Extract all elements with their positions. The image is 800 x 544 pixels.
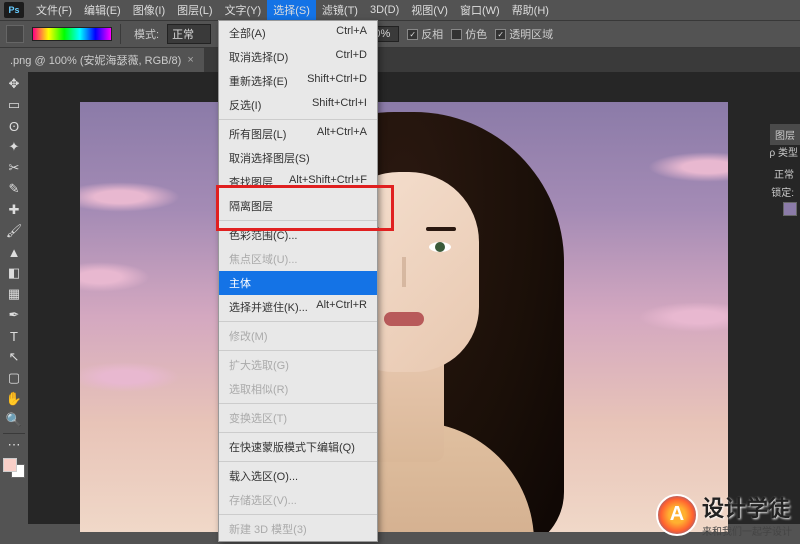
shape-tool[interactable]: ▢: [3, 368, 25, 388]
menu-transform-sel: 变换选区(T): [219, 406, 377, 430]
heal-tool[interactable]: ✚: [3, 200, 25, 220]
menubar: Ps 文件(F) 编辑(E) 图像(I) 图层(L) 文字(Y) 选择(S) 滤…: [0, 0, 800, 20]
layers-kind[interactable]: ρ 类型: [770, 144, 798, 159]
menu-new-3d: 新建 3D 模型(3): [219, 517, 377, 541]
menu-select[interactable]: 选择(S): [267, 0, 316, 20]
menu-focus-area: 焦点区域(U)...: [219, 247, 377, 271]
layer-thumbnail[interactable]: [783, 202, 797, 216]
menu-isolate-layers[interactable]: 隔离图层: [219, 194, 377, 218]
menu-deselect[interactable]: 取消选择(D)Ctrl+D: [219, 45, 377, 69]
menu-color-range[interactable]: 色彩范围(C)...: [219, 223, 377, 247]
menu-load-sel[interactable]: 载入选区(O)...: [219, 464, 377, 488]
mode-select[interactable]: 正常: [167, 24, 211, 44]
tools-panel: ✥ ▭ ʘ ✦ ✂ ✎ ✚ 🖌 ▲ ◧ ▦ ✒ T ↖ ▢ ✋ 🔍 ⋯: [0, 72, 28, 524]
menu-find-layers[interactable]: 查找图层Alt+Shift+Ctrl+F: [219, 170, 377, 194]
menu-view[interactable]: 视图(V): [405, 0, 454, 20]
stamp-tool[interactable]: ▲: [3, 242, 25, 262]
watermark: A 设计学徒 来和我们一起学设计: [656, 491, 792, 538]
menu-reselect[interactable]: 重新选择(E)Shift+Ctrl+D: [219, 69, 377, 93]
menu-select-mask[interactable]: 选择并遮住(K)...Alt+Ctrl+R: [219, 295, 377, 319]
chk-contiguous[interactable]: 仿色: [451, 26, 487, 42]
canvas[interactable]: [80, 102, 728, 532]
eraser-tool[interactable]: ◧: [3, 263, 25, 283]
menu-all-layers[interactable]: 所有图层(L)Alt+Ctrl+A: [219, 122, 377, 146]
zoom-tool[interactable]: 🔍: [3, 410, 25, 430]
menu-deselect-layers[interactable]: 取消选择图层(S): [219, 146, 377, 170]
menu-help[interactable]: 帮助(H): [506, 0, 555, 20]
eyedropper-tool[interactable]: ✎: [3, 179, 25, 199]
watermark-subtitle: 来和我们一起学设计: [702, 523, 792, 538]
path-tool[interactable]: ↖: [3, 347, 25, 367]
close-icon[interactable]: ×: [187, 54, 193, 66]
chk-sample[interactable]: ✓透明区域: [495, 26, 553, 42]
menu-filter[interactable]: 滤镜(T): [316, 0, 364, 20]
type-tool[interactable]: T: [3, 326, 25, 346]
watermark-logo: A: [656, 494, 698, 536]
more-tools[interactable]: ⋯: [3, 433, 25, 453]
menu-quick-mask[interactable]: 在快速蒙版模式下编辑(Q): [219, 435, 377, 459]
options-bar: 模式: 正常 不透明度: 100% 容差: 100% ✓反相 仿色 ✓透明区域: [0, 20, 800, 48]
menu-all[interactable]: 全部(A)Ctrl+A: [219, 21, 377, 45]
menu-edit[interactable]: 编辑(E): [78, 0, 127, 20]
menu-type[interactable]: 文字(Y): [219, 0, 268, 20]
menu-window[interactable]: 窗口(W): [454, 0, 506, 20]
app-logo: Ps: [4, 2, 24, 18]
chk-antialias[interactable]: ✓反相: [407, 26, 443, 42]
pen-tool[interactable]: ✒: [3, 305, 25, 325]
menu-modify: 修改(M): [219, 324, 377, 348]
menu-subject[interactable]: 主体: [219, 271, 377, 295]
lasso-tool[interactable]: ʘ: [3, 116, 25, 136]
move-tool[interactable]: ✥: [3, 74, 25, 94]
current-tool-icon[interactable]: [6, 25, 24, 43]
menu-image[interactable]: 图像(I): [127, 0, 171, 20]
brush-tool[interactable]: 🖌: [3, 221, 25, 241]
layers-panel-title: 图层: [770, 124, 800, 145]
menu-inverse[interactable]: 反选(I)Shift+Ctrl+I: [219, 93, 377, 117]
crop-tool[interactable]: ✂: [3, 158, 25, 178]
lock-row: 锁定:: [771, 184, 794, 199]
watermark-title: 设计学徒: [702, 491, 792, 523]
mode-label: 模式:: [134, 26, 159, 42]
hand-tool[interactable]: ✋: [3, 389, 25, 409]
menu-similar: 选取相似(R): [219, 377, 377, 401]
blend-mode[interactable]: 正常: [774, 166, 794, 181]
document-tab[interactable]: .png @ 100% (安妮海瑟薇, RGB/8) ×: [0, 48, 204, 72]
marquee-tool[interactable]: ▭: [3, 95, 25, 115]
menu-3d[interactable]: 3D(D): [364, 2, 405, 18]
wand-tool[interactable]: ✦: [3, 137, 25, 157]
tab-title: .png @ 100% (安妮海瑟薇, RGB/8): [10, 52, 181, 68]
select-menu-dropdown: 全部(A)Ctrl+A 取消选择(D)Ctrl+D 重新选择(E)Shift+C…: [218, 20, 378, 542]
gradient-tool[interactable]: ▦: [3, 284, 25, 304]
menu-grow: 扩大选取(G): [219, 353, 377, 377]
workspace: ✥ ▭ ʘ ✦ ✂ ✎ ✚ 🖌 ▲ ◧ ▦ ✒ T ↖ ▢ ✋ 🔍 ⋯ 图层: [0, 72, 800, 524]
menu-layer[interactable]: 图层(L): [171, 0, 218, 20]
menu-save-sel: 存储选区(V)...: [219, 488, 377, 512]
color-swatch[interactable]: [3, 458, 25, 478]
document-tabs: .png @ 100% (安妮海瑟薇, RGB/8) ×: [0, 48, 800, 72]
gradient-preview[interactable]: [32, 27, 112, 41]
menu-file[interactable]: 文件(F): [30, 0, 78, 20]
